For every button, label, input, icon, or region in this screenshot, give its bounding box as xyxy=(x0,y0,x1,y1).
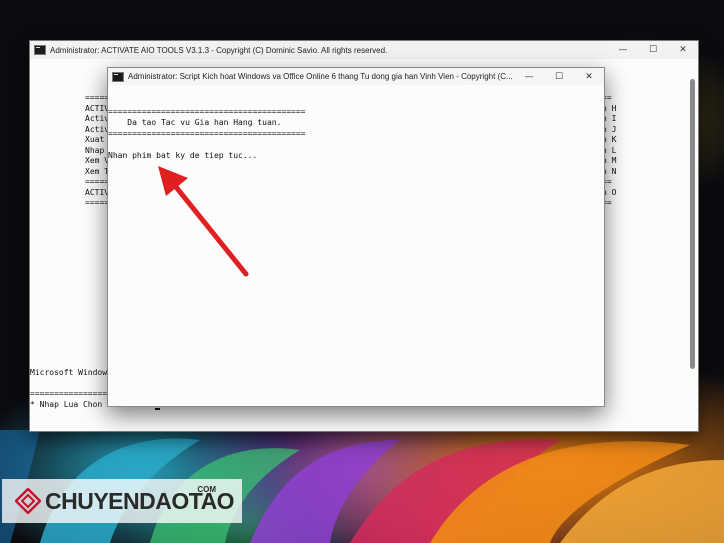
bottom-separator: ================== xyxy=(30,389,117,398)
scrollbar[interactable] xyxy=(690,79,695,369)
outer-menu-line-left: Activ xyxy=(85,114,110,123)
text-cursor xyxy=(155,407,161,410)
script-titlebar[interactable]: Administrator: Script Kich hoat Windows … xyxy=(108,68,604,85)
cmd-icon xyxy=(112,71,124,82)
watermark-suffix: COM xyxy=(197,485,216,494)
outer-menu-line-left: Activ xyxy=(85,124,110,134)
close-button[interactable]: ✕ xyxy=(668,41,698,59)
top-separator: ========================================… xyxy=(108,107,306,116)
maximize-button[interactable]: ☐ xyxy=(638,41,668,59)
outer-menu-line-left: ACTIV xyxy=(85,187,110,197)
outer-window-title: Administrator: ACTIVATE AIO TOOLS V3.1.3… xyxy=(50,45,388,55)
outer-menu-line-left: ===== xyxy=(85,177,110,186)
cmd-icon xyxy=(34,45,46,55)
outer-menu-line-left: Xem V xyxy=(85,156,110,165)
outer-menu-line-left: Xem T xyxy=(85,166,110,176)
outer-menu-left-column: ===== ACTIV Activ Activ Xuat Nhap Xem V Xem T ==… xyxy=(85,93,109,209)
minimize-button[interactable]: — xyxy=(608,41,638,59)
close-button[interactable]: ✕ xyxy=(574,68,604,86)
outer-titlebar[interactable]: Administrator: ACTIVATE AIO TOOLS V3.1.3… xyxy=(30,41,698,59)
script-console-window[interactable]: Administrator: Script Kich hoat Windows … xyxy=(107,67,605,407)
minimize-button[interactable]: — xyxy=(514,68,544,86)
chuyendaotao-logo-icon xyxy=(15,488,41,514)
press-any-key-prompt: Nhan phim bat ky de tiep tuc... xyxy=(108,151,258,160)
outer-menu-line-left: ===== xyxy=(85,93,110,102)
maximize-button[interactable]: ☐ xyxy=(544,68,574,86)
outer-menu-line-left: Nhap xyxy=(85,145,105,155)
bottom-separator: ========================================… xyxy=(108,129,306,138)
os-version-line: Microsoft Window xyxy=(30,368,108,377)
script-window-title: Administrator: Script Kich hoat Windows … xyxy=(128,72,513,81)
outer-menu-line-left: ACTIV xyxy=(85,103,110,113)
outer-menu-line-left: Xuat xyxy=(85,135,105,144)
script-console-body[interactable]: ========================================… xyxy=(108,85,604,406)
chuyendaotao-watermark: CHUYENDAOTAO COM xyxy=(2,479,242,523)
task-created-message: Da tao Tac vu Gia han Hang tuan. xyxy=(108,118,282,127)
outer-menu-line-left: ===== xyxy=(85,198,110,207)
